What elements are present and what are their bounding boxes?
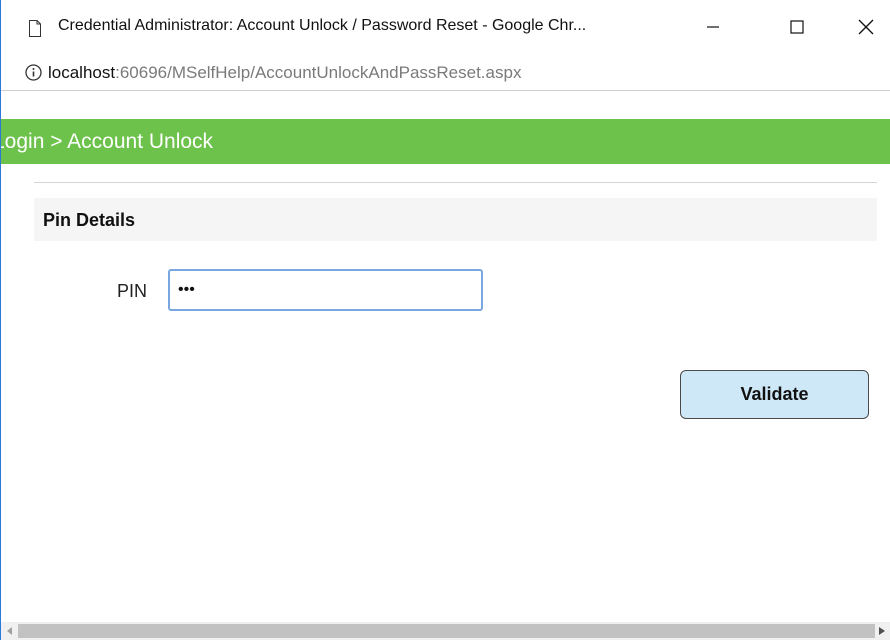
pin-label: PIN <box>117 281 148 301</box>
title-bar: Credential Administrator: Account Unlock… <box>1 0 890 57</box>
breadcrumb: Login > Account Unlock <box>0 130 214 153</box>
maximize-button[interactable] <box>777 10 817 48</box>
info-icon[interactable] <box>25 64 42 81</box>
divider <box>34 182 877 183</box>
pin-input[interactable] <box>168 269 483 311</box>
scrollbar-thumb[interactable] <box>18 624 875 638</box>
page-header: Login > Account Unlock <box>1 119 890 164</box>
section-header: Pin Details <box>34 198 877 241</box>
url-host: localhost <box>48 63 116 82</box>
close-icon <box>858 19 874 40</box>
horizontal-scrollbar[interactable] <box>1 622 890 640</box>
validate-button[interactable]: Validate <box>680 370 869 419</box>
maximize-icon <box>790 19 804 39</box>
url-path: :60696/MSelfHelp/AccountUnlockAndPassRes… <box>115 63 522 82</box>
url-text[interactable]: localhost:60696/MSelfHelp/AccountUnlockA… <box>48 63 521 83</box>
minimize-icon <box>706 20 720 39</box>
window-title: Credential Administrator: Account Unlock… <box>58 17 587 34</box>
browser-window: Credential Administrator: Account Unlock… <box>0 0 890 640</box>
minimize-button[interactable] <box>693 10 733 48</box>
close-button[interactable] <box>846 10 886 48</box>
section-title: Pin Details <box>43 210 136 230</box>
page-icon <box>29 20 41 37</box>
address-bar[interactable]: localhost:60696/MSelfHelp/AccountUnlockA… <box>1 57 890 91</box>
scroll-left-icon[interactable] <box>1 622 18 640</box>
scroll-right-icon[interactable] <box>873 622 890 640</box>
